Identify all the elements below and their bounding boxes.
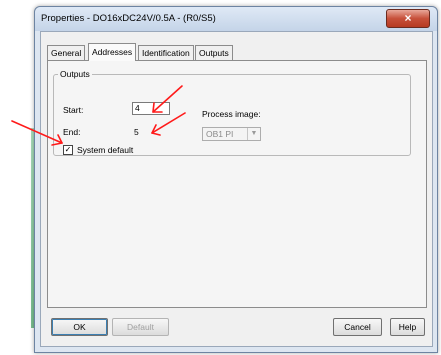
end-address-value: 5 [134,127,139,137]
tab-addresses[interactable]: Addresses [88,43,137,61]
process-image-label: Process image: [202,109,261,119]
end-label: End: [63,127,81,137]
tab-outputs[interactable]: Outputs [195,45,233,60]
tab-identification[interactable]: Identification [138,45,194,60]
window-title: Properties - DO16xDC24V/0.5A - (R0/S5) [41,13,216,24]
default-button[interactable]: Default [112,318,169,336]
tab-panel-addresses: Outputs Start: 4 End: 5 Process image: O… [47,60,427,308]
process-image-value: OB1 PI [206,129,234,139]
ok-button[interactable]: OK [51,318,108,336]
process-image-select[interactable]: OB1 PI ▼ [202,127,261,141]
help-button[interactable]: Help [390,318,425,336]
dialog-client-area: General Addresses Identification Outputs… [40,31,433,347]
system-default-label: System default [77,145,134,155]
system-default-checkbox[interactable]: ✓ [63,145,73,155]
close-button[interactable]: × [386,9,430,28]
start-address-input[interactable]: 4 [132,102,170,115]
chevron-down-icon: ▼ [247,128,260,140]
tab-general[interactable]: General [47,45,86,60]
properties-dialog: Properties - DO16xDC24V/0.5A - (R0/S5) ×… [34,6,438,353]
outputs-group-label: Outputs [60,69,90,79]
background-window-strip [0,0,34,355]
title-bar[interactable]: Properties - DO16xDC24V/0.5A - (R0/S5) × [35,7,437,31]
start-label: Start: [63,105,84,115]
outputs-group: Outputs Start: 4 End: 5 Process image: O… [53,69,411,156]
cancel-button[interactable]: Cancel [333,318,382,336]
close-icon: × [404,11,412,25]
